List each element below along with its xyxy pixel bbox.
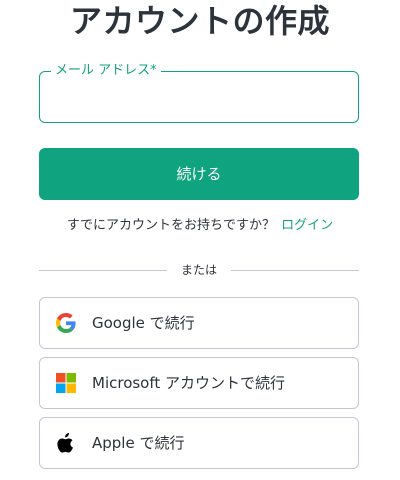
email-input[interactable]	[40, 72, 358, 122]
login-prompt-row: すでにアカウントをお持ちですか？ ログイン	[0, 215, 400, 237]
google-icon	[56, 313, 76, 333]
or-divider: または	[39, 259, 359, 281]
apple-signin-label: Apple で続行	[92, 434, 185, 452]
page-title: アカウントの作成	[69, 2, 330, 40]
google-signin-button[interactable]: Google で続行	[39, 297, 359, 349]
divider-line-right	[231, 270, 359, 271]
apple-icon	[56, 433, 76, 453]
email-field[interactable]: メール アドレス*	[39, 62, 359, 123]
microsoft-signin-label: Microsoft アカウントで続行	[92, 374, 286, 392]
signup-page: アカウントの作成 メール アドレス* 続ける すでにアカウントをお持ちですか？ ロ…	[0, 0, 400, 480]
google-signin-label: Google で続行	[92, 314, 195, 332]
continue-button[interactable]: 続ける	[39, 148, 359, 200]
apple-signin-button[interactable]: Apple で続行	[39, 417, 359, 469]
login-link[interactable]: ログイン	[281, 218, 333, 233]
microsoft-icon	[56, 373, 76, 393]
login-prompt-text: すでにアカウントをお持ちですか？	[66, 218, 276, 233]
microsoft-signin-button[interactable]: Microsoft アカウントで続行	[39, 357, 359, 409]
